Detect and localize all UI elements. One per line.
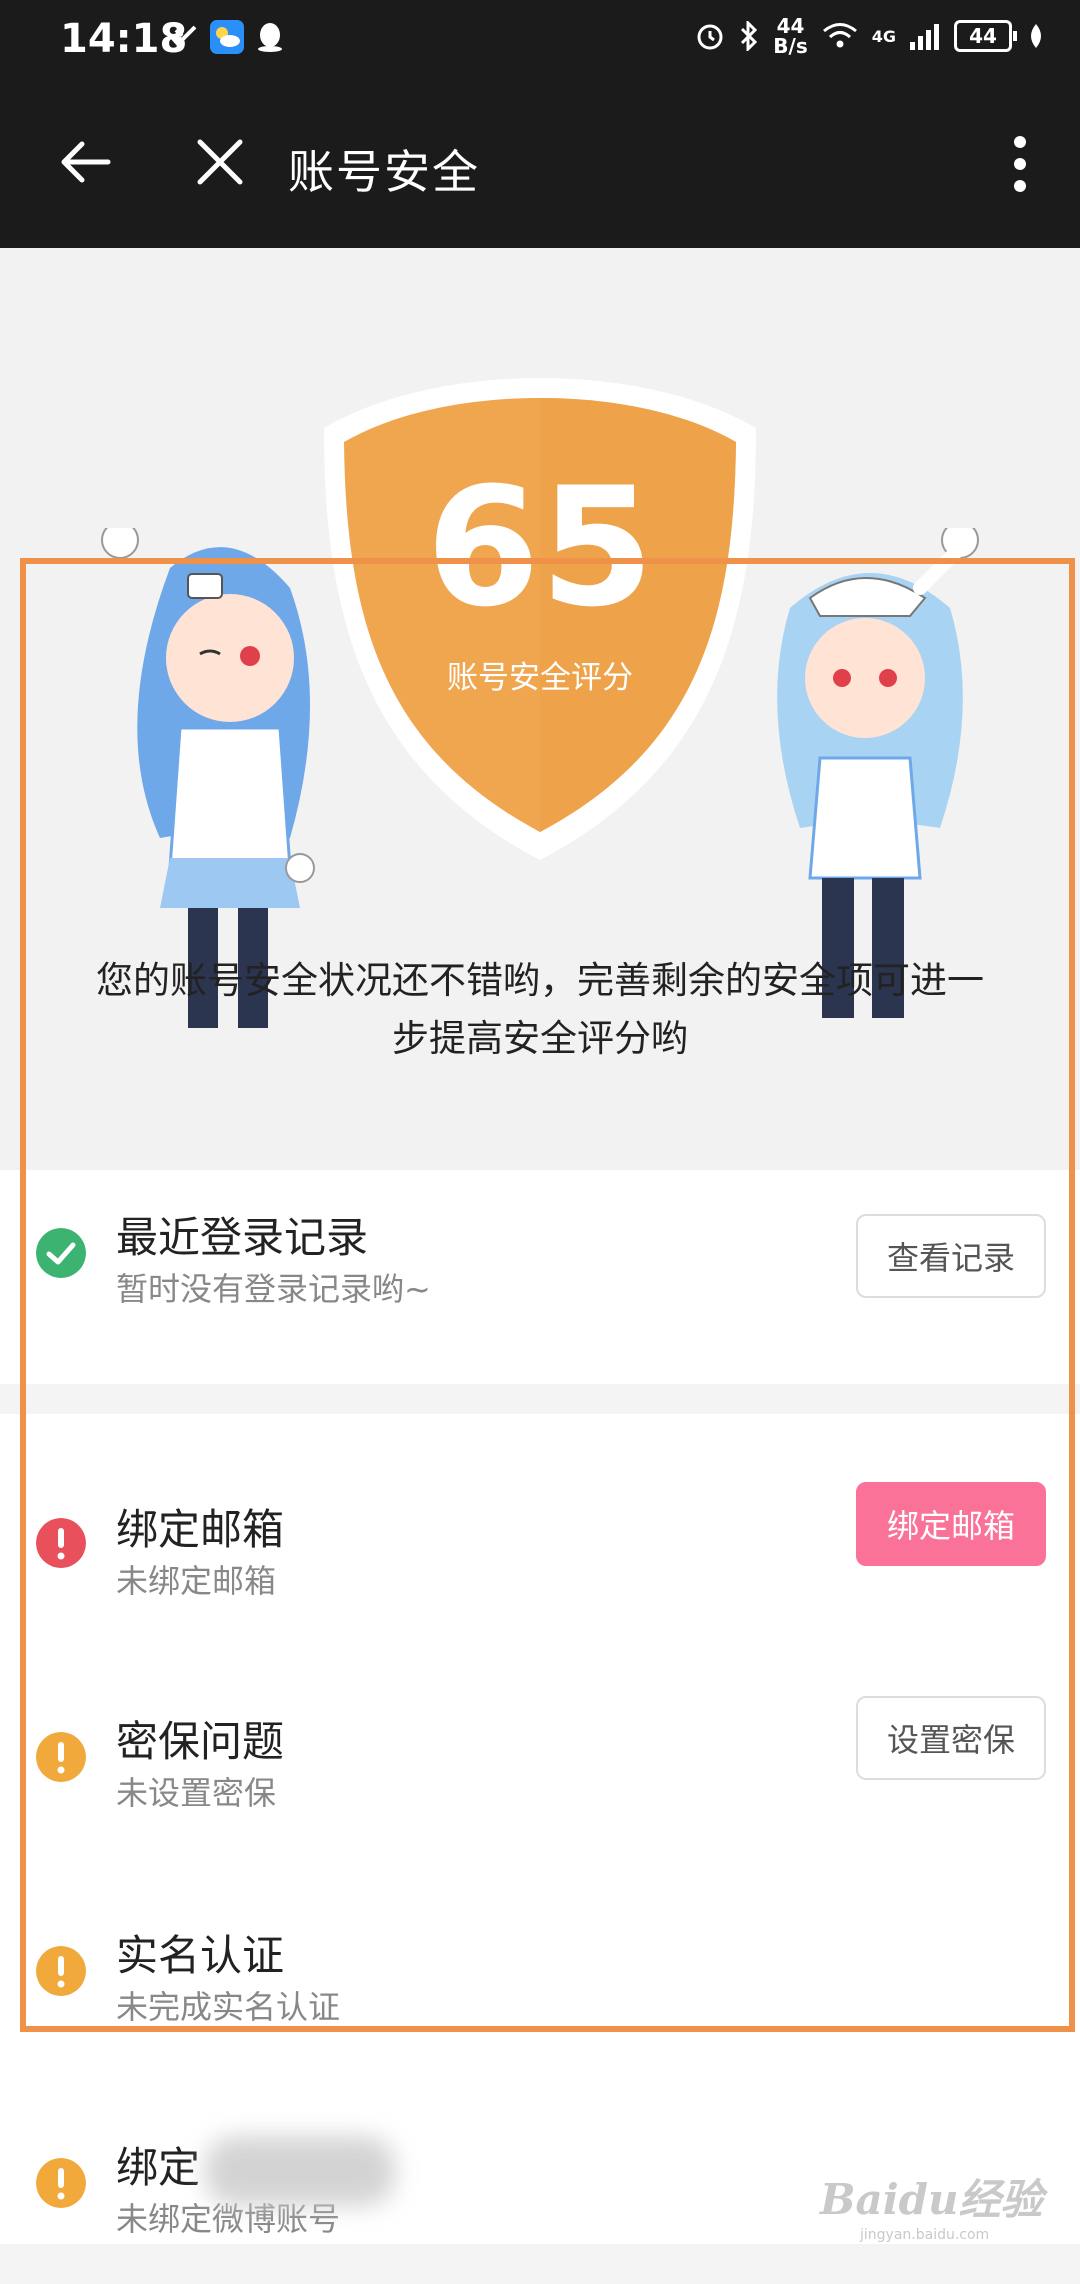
link-icon xyxy=(169,25,197,47)
security-score: 65 xyxy=(425,452,655,643)
item-title: 实名认证 xyxy=(116,1931,285,1980)
signal-icon xyxy=(910,24,939,50)
more-options-icon[interactable] xyxy=(1000,132,1040,196)
leaf-icon xyxy=(1031,24,1041,48)
app-bar: 账号安全 xyxy=(0,80,1080,248)
back-arrow-icon[interactable] xyxy=(50,126,122,198)
item-subtitle: 未绑定邮箱 xyxy=(116,1562,277,1600)
security-items-card: 绑定邮箱 未绑定邮箱 绑定邮箱 密保问题 未设置密保 设置密保 实名认证 未完成… xyxy=(0,1414,1080,2244)
page-title: 账号安全 xyxy=(288,145,480,199)
list-item-bind-email: 绑定邮箱 未绑定邮箱 绑定邮箱 xyxy=(0,1482,1080,1646)
list-item-security-question: 密保问题 未设置密保 设置密保 xyxy=(0,1696,1080,1858)
warning-icon xyxy=(36,1732,86,1782)
status-bar: 14:18 44 B/s 4G 44 xyxy=(0,0,1080,80)
status-right-icons: 44 B/s 4G 44 xyxy=(695,16,1046,56)
net-speed: 44 B/s xyxy=(773,14,808,58)
status-left-icons xyxy=(168,20,284,54)
security-description: 您的账号安全状况还不错哟，完善剩余的安全项可进一步提高安全评分哟 xyxy=(96,959,984,1060)
security-score-label: 账号安全评分 xyxy=(447,660,633,696)
item-subtitle: 暂时没有登录记录哟~ xyxy=(116,1270,431,1308)
item-title: 密保问题 xyxy=(116,1717,285,1766)
wifi-icon xyxy=(822,23,857,48)
item-title: 绑定邮箱 xyxy=(116,1505,285,1554)
list-item-real-name: 实名认证 未完成实名认证 xyxy=(0,1922,1080,2072)
error-icon xyxy=(36,1518,86,1568)
watermark-brand: Baidu经验 xyxy=(820,2175,1043,2224)
check-circle-icon xyxy=(36,1228,86,1278)
network-type: 4G xyxy=(871,26,896,46)
weather-icon xyxy=(210,20,244,54)
item-title: 最近登录记录 xyxy=(116,1213,369,1262)
watermark: Baidu经验 jingyan.baidu.com xyxy=(820,2166,1060,2246)
alarm-icon xyxy=(697,24,723,50)
warning-icon xyxy=(36,2158,86,2208)
item-title: 绑定 xyxy=(116,2143,201,2192)
battery-icon: 44 xyxy=(954,20,1017,52)
blurred-text-overlay xyxy=(205,2136,395,2206)
bluetooth-icon xyxy=(741,21,758,51)
item-subtitle: 未设置密保 xyxy=(116,1774,277,1812)
list-item-login-record: 最近登录记录 暂时没有登录记录哟~ 查看记录 xyxy=(0,1204,1080,1354)
qq-icon xyxy=(258,23,282,52)
close-icon[interactable] xyxy=(184,126,256,198)
warning-icon xyxy=(36,1946,86,1996)
view-records-button[interactable]: 查看记录 xyxy=(856,1214,1046,1298)
item-subtitle: 未完成实名认证 xyxy=(116,1988,341,2026)
set-security-question-button[interactable]: 设置密保 xyxy=(856,1696,1046,1780)
bind-email-button[interactable]: 绑定邮箱 xyxy=(856,1482,1046,1566)
login-record-card: 最近登录记录 暂时没有登录记录哟~ 查看记录 xyxy=(0,1170,1080,1384)
watermark-site: jingyan.baidu.com xyxy=(860,2227,990,2243)
security-score-hero: 65 账号安全评分 您的账号安全状况还不错哟，完善剩余的安全项可进一步提高安全评… xyxy=(0,248,1080,1170)
